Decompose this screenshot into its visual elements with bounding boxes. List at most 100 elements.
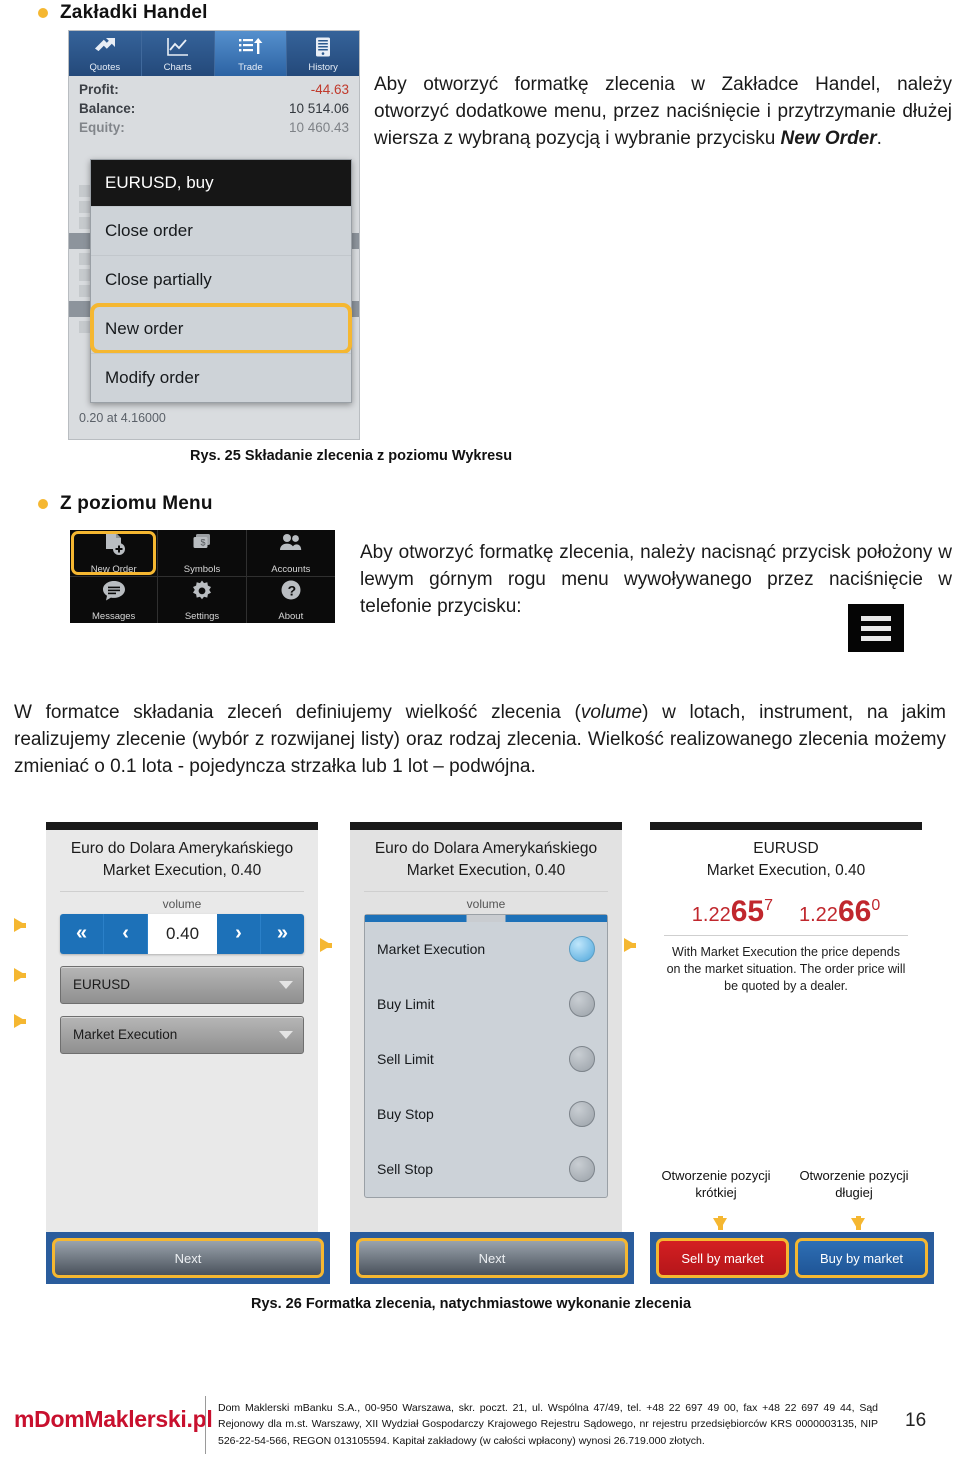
order-type-select[interactable]: Market Execution: [60, 1015, 304, 1054]
mt4-tabbar: Quotes Charts Trade History: [69, 31, 359, 76]
panel-titlebar: [46, 822, 318, 830]
menu-tile-about[interactable]: ? About: [247, 577, 335, 624]
price-quotes: 1.22 65 7 1.22 66 0: [650, 889, 922, 931]
settings-gear-icon: [189, 578, 215, 609]
menu-tile-new-order[interactable]: New Order: [70, 530, 159, 577]
order-panel-3: EURUSD Market Execution, 0.40 1.22 65 7 1.…: [650, 822, 922, 1002]
panel2-title-line2: Market Execution, 0.40: [406, 862, 566, 880]
panel1-volume-label: volume: [162, 896, 202, 911]
radio-option-label: Sell Limit: [377, 1051, 434, 1068]
accounts-people-icon: [278, 531, 304, 562]
section1-paragraph-emphasis: New Order: [780, 127, 877, 149]
trade-list-icon: [237, 31, 263, 63]
panel1-next-button[interactable]: Next: [52, 1238, 324, 1278]
radio-option-label: Market Execution: [377, 941, 486, 958]
tab-trade[interactable]: Trade: [214, 31, 288, 76]
menu-tile-symbols[interactable]: $ Symbols: [158, 530, 247, 577]
symbol-select[interactable]: EURUSD: [60, 965, 304, 1004]
page-footer: mDomMaklerski.pl Dom Maklerski mBanku S.…: [0, 1390, 960, 1461]
context-menu-item-modify-order[interactable]: Modify order: [91, 353, 351, 402]
messages-bubble-icon: [101, 578, 127, 609]
radio-option-buy-limit[interactable]: Buy Limit: [365, 977, 607, 1032]
menu-tile-label: About: [278, 610, 304, 622]
radio-button-icon[interactable]: [569, 991, 595, 1018]
buy-annotation-line2: długiej: [835, 1184, 873, 1200]
footer-legal-text: Dom Maklerski mBanku S.A., 00-950 Warsza…: [218, 1402, 878, 1447]
panel3-execution-note: With Market Execution the price depends …: [666, 944, 906, 993]
tab-quotes[interactable]: Quotes: [69, 31, 142, 76]
chevron-down-icon: [269, 1030, 303, 1039]
sell-by-market-button[interactable]: Sell by market: [656, 1238, 789, 1278]
section-heading-menu: Z poziomu Menu: [38, 493, 213, 515]
ask-price[interactable]: 1.22 66 0: [799, 895, 880, 929]
radio-option-sell-stop[interactable]: Sell Stop: [365, 1142, 607, 1197]
mt4-main-menu-grid: New Order $ Symbols Accounts Messages Se…: [70, 530, 335, 623]
volume-stepper[interactable]: « ‹ 0.40 › »: [60, 913, 304, 954]
volume-decrease-large-button[interactable]: «: [60, 913, 105, 954]
menu-tile-label: Messages: [92, 610, 136, 622]
panel1-button-bar: Next: [46, 1232, 330, 1284]
tab-charts-label: Charts: [163, 62, 192, 73]
radio-button-icon[interactable]: [569, 1101, 595, 1128]
mt4-trade-screenshot: Quotes Charts Trade History Profit: -44.…: [68, 30, 360, 440]
panel3-title-line1: EURUSD: [753, 840, 819, 857]
tab-history[interactable]: History: [287, 31, 359, 76]
figure25-caption: Rys. 25 Składanie zlecenia z poziomu Wyk…: [190, 448, 513, 464]
volume-decrease-small-button[interactable]: ‹: [104, 913, 149, 954]
order-panel-1: Euro do Dolara Amerykańskiego Market Exe…: [46, 822, 318, 1232]
section1-paragraph-tail: .: [876, 127, 882, 149]
ask-price-fraction: 0: [871, 896, 881, 914]
panel2-button-bar: Next: [350, 1232, 634, 1284]
panel2-next-button[interactable]: Next: [356, 1238, 628, 1278]
section-heading-label: Zakładki Handel: [60, 2, 208, 23]
radio-button-icon[interactable]: [569, 1046, 595, 1073]
menu-tile-label: New Order: [90, 563, 137, 575]
radio-button-icon[interactable]: [569, 1156, 595, 1183]
context-menu-item-new-order[interactable]: New order: [90, 303, 352, 354]
ask-price-integer: 1.22: [799, 903, 838, 926]
flow-arrow-panel2-to-panel3-icon: [624, 938, 636, 952]
menu-tile-settings[interactable]: Settings: [158, 576, 247, 623]
hamburger-menu-icon: [848, 604, 904, 652]
context-menu-item-close-order[interactable]: Close order: [91, 206, 351, 255]
new-order-page-icon: [101, 531, 127, 562]
body-paragraph: W formatce składania zleceń definiujemy …: [14, 700, 946, 781]
tab-quotes-label: Quotes: [89, 62, 121, 73]
bid-price[interactable]: 1.22 65 7: [692, 895, 773, 929]
bid-price-fraction: 7: [764, 896, 773, 914]
context-menu-item-close-partially[interactable]: Close partially: [91, 255, 351, 304]
about-question-icon: ?: [278, 578, 304, 609]
account-row-value: 10 460.43: [288, 120, 349, 135]
menu-tile-messages[interactable]: Messages: [70, 576, 159, 623]
tab-charts[interactable]: Charts: [141, 31, 215, 76]
menu-tile-label: Accounts: [271, 563, 311, 575]
panel2-title-line1: Euro do Dolara Amerykańskiego: [374, 840, 598, 857]
bullet-dot-icon: [38, 8, 48, 18]
flow-arrow-type-icon: [14, 1014, 26, 1028]
panel3-button-bar: Sell by market Buy by market: [650, 1232, 934, 1284]
radio-option-market-execution[interactable]: Market Execution: [365, 922, 607, 977]
panel1-title: Euro do Dolara Amerykańskiego Market Exe…: [46, 830, 318, 889]
sell-annotation-line2: krótkiej: [695, 1184, 737, 1200]
panel2-title: Euro do Dolara Amerykańskiego Market Exe…: [350, 830, 622, 889]
footer-logo: mDomMaklerski.pl: [14, 1406, 213, 1432]
menu-tile-accounts[interactable]: Accounts: [246, 530, 335, 577]
radio-option-label: Sell Stop: [377, 1161, 434, 1178]
panel-titlebar: [650, 822, 922, 830]
panel1-title-line1: Euro do Dolara Amerykańskiego: [70, 840, 294, 857]
buy-by-market-button[interactable]: Buy by market: [795, 1238, 928, 1278]
order-type-select-value: Market Execution: [73, 1027, 178, 1043]
volume-increase-large-button[interactable]: »: [260, 913, 304, 954]
svg-text:?: ?: [287, 582, 296, 598]
radio-button-icon[interactable]: [569, 936, 595, 963]
volume-value[interactable]: 0.40: [148, 913, 217, 954]
bid-price-big: 65: [730, 894, 765, 928]
account-row-value: -44.63: [310, 82, 349, 97]
radio-option-buy-stop[interactable]: Buy Stop: [365, 1087, 607, 1142]
symbol-select-value: EURUSD: [73, 977, 131, 993]
section-heading-handel: Zakładki Handel: [38, 2, 208, 24]
volume-increase-small-button[interactable]: ›: [216, 913, 261, 954]
radio-option-sell-limit[interactable]: Sell Limit: [365, 1032, 607, 1087]
account-row-key: Equity:: [79, 120, 125, 135]
mt4-context-menu: EURUSD, buy Close order Close partially …: [90, 159, 352, 403]
